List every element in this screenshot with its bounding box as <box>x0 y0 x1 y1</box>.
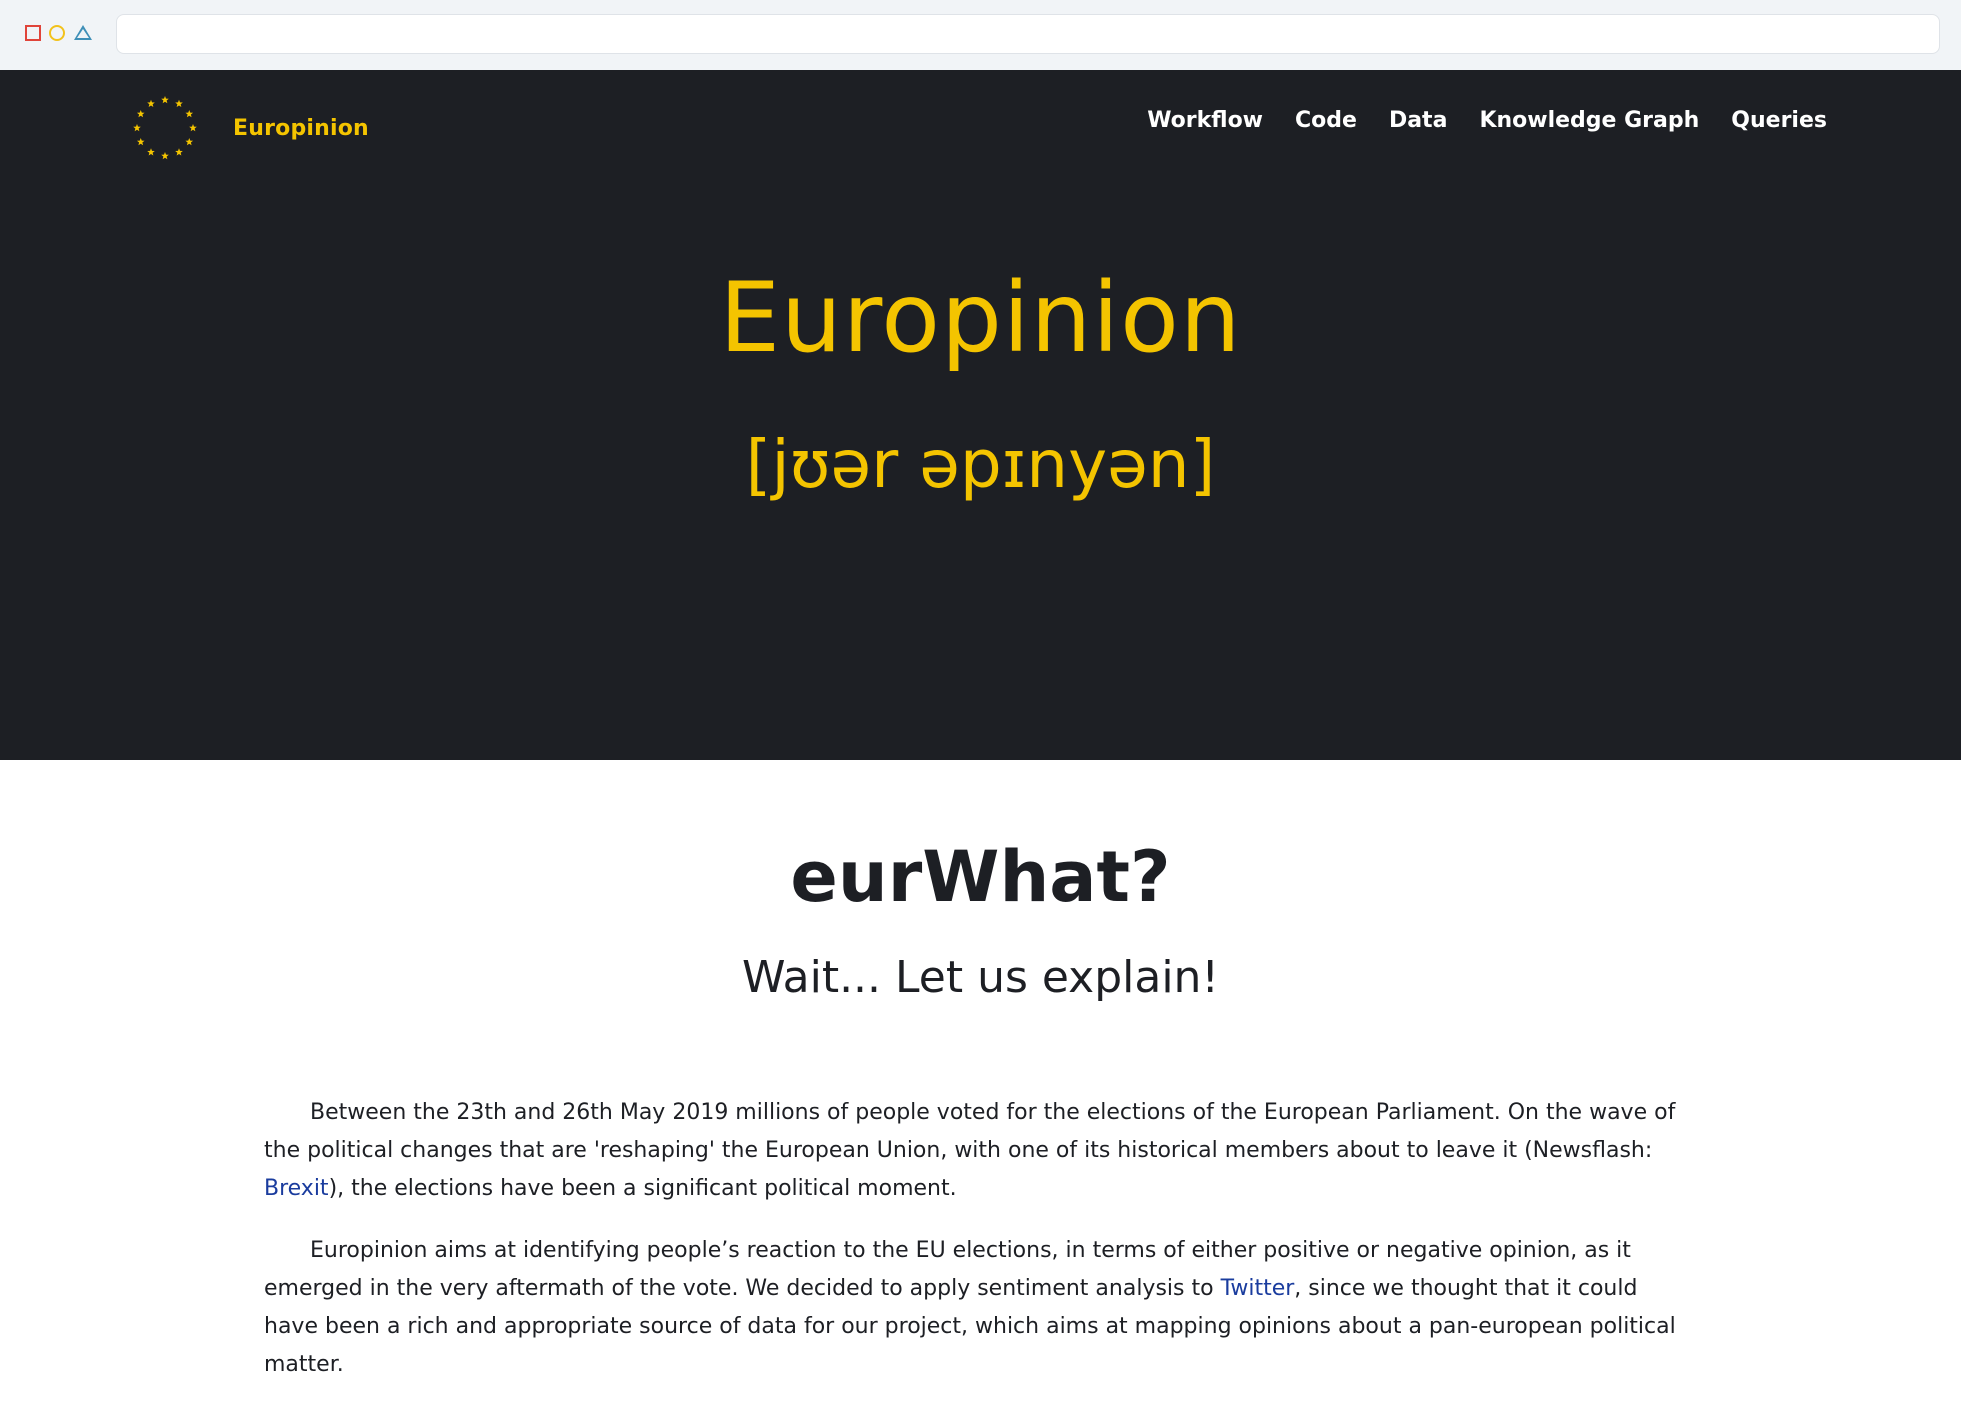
browser-chrome <box>0 0 1961 71</box>
window-minimize-icon[interactable] <box>49 25 65 41</box>
address-bar[interactable] <box>116 14 1940 54</box>
window-maximize-icon[interactable] <box>74 25 92 40</box>
article-body: Between the 23th and 26th May 2019 milli… <box>264 1094 1694 1408</box>
logo-star-icon <box>133 124 141 132</box>
brand[interactable]: Europinion <box>130 88 369 168</box>
section-subtitle: Wait... Let us explain! <box>741 952 1220 1003</box>
logo-star-icon <box>175 148 183 156</box>
logo-star-icon <box>161 96 169 104</box>
logo-star-icon <box>189 124 197 132</box>
nav-knowledge-graph[interactable]: Knowledge Graph <box>1479 108 1699 133</box>
logo-star-icon <box>185 138 194 146</box>
nav-workflow[interactable]: Workflow <box>1147 108 1263 133</box>
hero-phonetic: [jʊər əpɪnyən] <box>745 426 1216 503</box>
logo-star-icon <box>136 110 145 118</box>
paragraph-intro-text-end: ), the elections have been a significant… <box>328 1176 957 1201</box>
hero-section: Europinion Workflow Code Data Knowledge … <box>0 70 1961 760</box>
section-title: eurWhat? <box>790 836 1171 918</box>
logo-star-icon <box>161 152 169 160</box>
paragraph-intro: Between the 23th and 26th May 2019 milli… <box>264 1094 1694 1208</box>
logo-star-icon <box>175 99 183 107</box>
logo-star-icon <box>136 138 145 146</box>
logo-star-icon <box>147 148 155 156</box>
paragraph-aim: Europinion aims at identifying people’s … <box>264 1232 1694 1384</box>
hero-title: Europinion <box>719 262 1242 374</box>
nav-data[interactable]: Data <box>1389 108 1447 133</box>
logo-star-icon <box>185 110 194 118</box>
main-nav: Workflow Code Data Knowledge Graph Queri… <box>1147 108 1827 133</box>
brand-name[interactable]: Europinion <box>233 116 369 141</box>
paragraph-intro-text-start: Between the 23th and 26th May 2019 milli… <box>264 1100 1676 1163</box>
twitter-link[interactable]: Twitter <box>1221 1276 1295 1301</box>
nav-code[interactable]: Code <box>1295 108 1357 133</box>
window-close-icon[interactable] <box>25 25 41 41</box>
nav-queries[interactable]: Queries <box>1731 108 1827 133</box>
logo-star-icon <box>147 99 155 107</box>
eu-stars-logo-icon <box>133 96 197 160</box>
brexit-link[interactable]: Brexit <box>264 1176 329 1201</box>
